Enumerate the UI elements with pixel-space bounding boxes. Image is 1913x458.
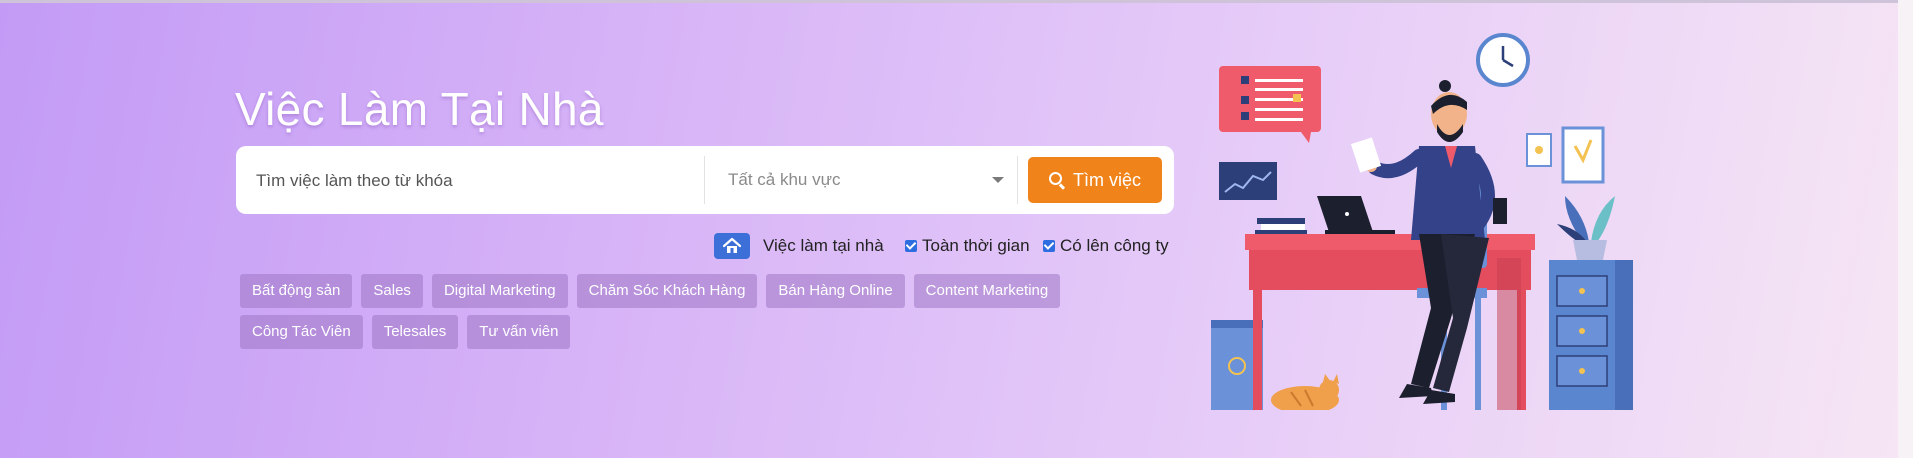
plant-icon: [1557, 196, 1615, 260]
checkbox-checked-icon[interactable]: [1043, 240, 1055, 252]
tag-digital-marketing[interactable]: Digital Marketing: [431, 274, 568, 308]
top-divider: [0, 0, 1900, 3]
cabinet-icon: [1549, 260, 1633, 410]
tag-sales[interactable]: Sales: [361, 274, 423, 308]
divider: [704, 156, 705, 204]
area-select-value: Tất cả khu vực: [728, 170, 841, 189]
tag-row: Bất động sản Sales Digital Marketing Chă…: [240, 274, 1120, 308]
cat-icon: [1271, 374, 1339, 410]
chart-frame-icon: [1219, 162, 1277, 200]
search-bar: Tất cả khu vực Tìm việc: [236, 146, 1174, 214]
divider: [1017, 156, 1018, 204]
tag-bat-dong-san[interactable]: Bất động sản: [240, 274, 353, 308]
tag-ban-hang-online[interactable]: Bán Hàng Online: [766, 274, 905, 308]
home-icon[interactable]: [714, 233, 750, 259]
tag-cham-soc-khach-hang[interactable]: Chăm Sóc Khách Hàng: [576, 274, 758, 308]
tag-cong-tac-vien[interactable]: Công Tác Viên: [240, 315, 363, 349]
desk-icon: [1245, 234, 1535, 410]
chevron-down-icon: [992, 177, 1004, 183]
clock-icon: [1476, 33, 1530, 87]
search-input[interactable]: [254, 160, 708, 202]
office-checkbox[interactable]: Có lên công ty: [1043, 236, 1169, 256]
tag-row: Công Tác Viên Telesales Tư vấn viên: [240, 315, 1120, 349]
scrollbar-gutter: [1898, 0, 1913, 458]
tag-content-marketing[interactable]: Content Marketing: [913, 274, 1061, 308]
search-icon: [1048, 172, 1065, 188]
laptop-icon: [1317, 196, 1395, 234]
work-from-home-label[interactable]: Việc làm tại nhà: [763, 236, 884, 256]
checkbox-checked-icon[interactable]: [905, 240, 917, 252]
fulltime-label: Toàn thời gian: [922, 236, 1030, 255]
tag-telesales[interactable]: Telesales: [371, 315, 459, 349]
popular-tags: Bất động sản Sales Digital Marketing Chă…: [240, 274, 1120, 356]
books-icon: [1255, 218, 1307, 234]
area-select[interactable]: Tất cả khu vực: [728, 160, 1018, 200]
wall-frames-icon: [1526, 126, 1605, 184]
search-button[interactable]: Tìm việc: [1028, 157, 1162, 203]
page-title: Việc Làm Tại Nhà: [235, 83, 604, 135]
search-button-label: Tìm việc: [1072, 169, 1141, 190]
cup-icon: [1493, 198, 1507, 224]
speech-bubble-icon: [1219, 66, 1321, 143]
office-label: Có lên công ty: [1060, 236, 1169, 255]
work-from-home-illustration: [1211, 33, 1633, 410]
tag-tu-van-vien[interactable]: Tư vấn viên: [467, 315, 571, 349]
fulltime-checkbox[interactable]: Toàn thời gian: [905, 236, 1030, 256]
